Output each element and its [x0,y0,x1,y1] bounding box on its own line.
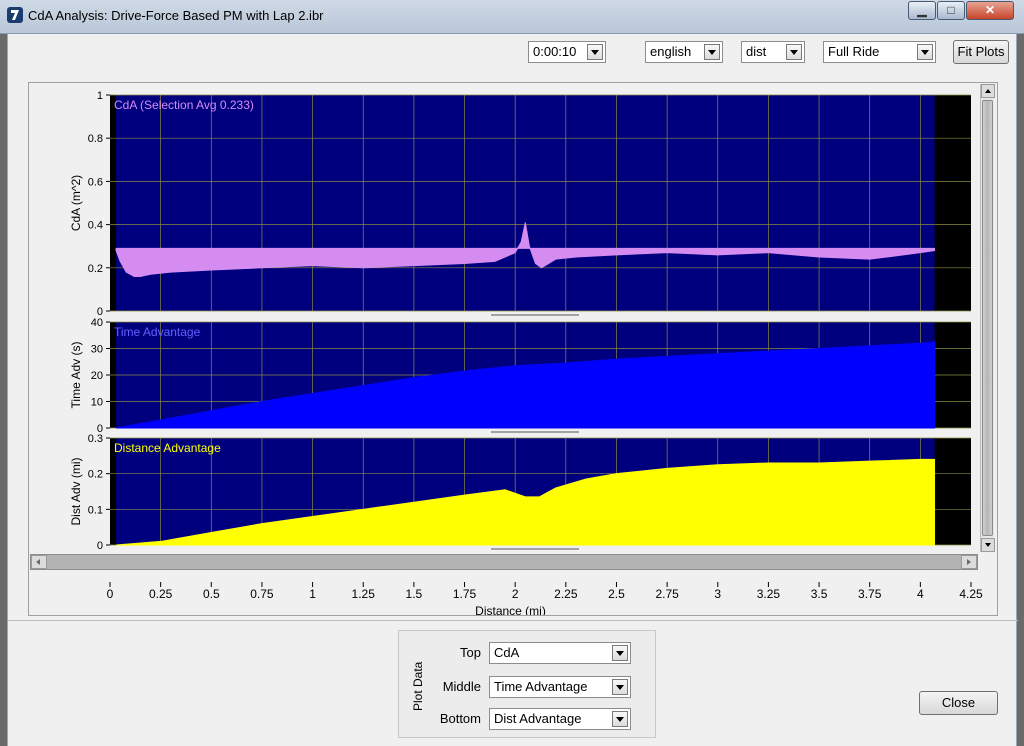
units-select-value: english [650,44,692,59]
vertical-scrollbar[interactable] [980,84,995,552]
chevron-down-icon [786,44,802,60]
range-select[interactable]: Full Ride [823,41,936,63]
middle-row-label: Middle [442,679,481,694]
scroll-down-button[interactable] [981,538,995,552]
fit-plots-button[interactable]: Fit Plots [953,40,1009,64]
x-tick-label: 2.5 [608,587,625,601]
xaxis-mode-select[interactable]: dist [741,41,805,63]
y-tick-label: 0.6 [88,176,103,188]
plot-title: CdA (Selection Avg 0.233) [114,98,254,112]
top-row-label: Top [460,645,481,660]
scroll-left-button[interactable] [31,555,47,569]
x-tick-label: 4 [917,587,924,601]
x-tick-label: 3.75 [858,587,882,601]
y-axis-label: Time Adv (s) [69,342,83,409]
arrow-right-icon [967,559,971,565]
range-select-value: Full Ride [828,44,880,59]
arrow-down-icon [985,543,991,547]
x-tick-label: 1.25 [352,587,376,601]
xaxis-mode-select-value: dist [746,44,767,59]
x-tick-label: 2 [512,587,519,601]
chevron-down-icon [704,44,720,60]
x-tick-label: 0.25 [149,587,173,601]
x-tick-label: 1.75 [453,587,477,601]
y-tick-label: 20 [91,370,103,382]
middle-plot-select[interactable]: Time Advantage [489,676,631,698]
plot-data-group: Plot Data Top Middle Bottom CdA Time Adv… [398,630,656,738]
x-tick-label: 3.25 [757,587,781,601]
y-tick-label: 10 [91,397,103,409]
divider [8,620,1018,621]
bottom-row-label: Bottom [439,711,481,726]
x-tick-label: 1.5 [406,587,423,601]
x-tick-label: 0.75 [250,587,274,601]
minimize-button[interactable]: ▁ [908,1,936,20]
x-tick-label: 0 [107,587,114,601]
interval-select-value: 0:00:10 [533,44,577,59]
x-tick-label: 2.25 [554,587,578,601]
arrow-up-icon [985,89,991,93]
y-tick-label: 0.4 [88,220,103,232]
scroll-right-button[interactable] [961,555,977,569]
arrow-left-icon [36,559,40,565]
middle-plot-select-value: Time Advantage [494,679,588,694]
chevron-down-icon [587,44,603,60]
x-tick-label: 0.5 [203,587,220,601]
scroll-up-button[interactable] [981,84,995,98]
chevron-down-icon [612,645,628,661]
y-tick-label: 0.1 [88,504,103,516]
chevron-down-icon [612,711,628,727]
title-bar: CdA Analysis: Drive-Force Based PM with … [0,0,1024,34]
window-client-area: 0:00:10 english dist Full Ride Fit Plots… [7,34,1018,746]
close-window-button[interactable]: ✕ [966,1,1014,20]
y-tick-label: 0.8 [88,133,103,145]
bottom-plot-select-value: Dist Advantage [494,711,582,726]
app-logo-icon [7,7,23,23]
y-axis-label: Dist Adv (mi) [69,457,83,525]
horizontal-scrollbar[interactable] [30,554,978,570]
plots-svg[interactable]: 0 0.2 0.4 0.6 0.8 1 CdA (Selection Avg 0.233) C… [29,83,997,615]
plot-title: Distance Advantage [114,441,221,455]
plot-panel: 0 0.2 0.4 0.6 0.8 1 CdA (Selection Avg 0.233) C… [28,82,998,616]
y-tick-label: 1 [97,90,103,102]
bottom-plot-select[interactable]: Dist Advantage [489,708,631,730]
top-plot-select[interactable]: CdA [489,642,631,664]
chevron-down-icon [612,679,628,695]
x-tick-label: 4.25 [959,587,983,601]
x-tick-label: 2.75 [655,587,679,601]
y-tick-label: 30 [91,344,103,356]
y-tick-label: 0.2 [88,263,103,275]
vertical-scroll-thumb[interactable] [982,100,993,536]
x-tick-label: 3.5 [811,587,828,601]
plot-data-region [116,95,935,311]
maximize-button[interactable]: □ [937,1,965,20]
window-title: CdA Analysis: Drive-Force Based PM with … [28,8,324,23]
x-tick-label: 3 [714,587,721,601]
y-tick-label: 40 [91,317,103,329]
chevron-down-icon [917,44,933,60]
x-axis-label: Distance (mi) [475,604,546,615]
top-plot-select-value: CdA [494,645,520,660]
y-tick-label: 0.2 [88,469,103,481]
x-tick-label: 1 [309,587,316,601]
close-button[interactable]: Close [919,691,998,715]
y-tick-label: 0.3 [88,433,103,445]
y-tick-label: 0 [97,540,103,552]
y-axis-label: CdA (m^2) [69,175,83,231]
units-select[interactable]: english [645,41,723,63]
plot-title: Time Advantage [114,325,201,339]
interval-select[interactable]: 0:00:10 [528,41,606,63]
